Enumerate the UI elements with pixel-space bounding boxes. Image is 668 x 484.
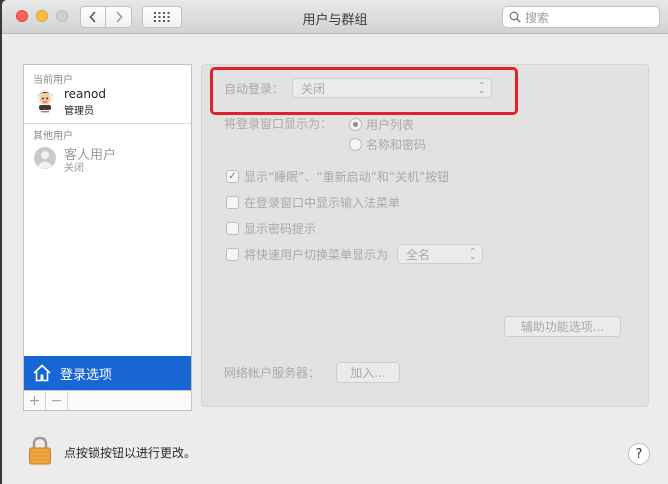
radio-button[interactable] (349, 118, 362, 131)
checkbox-row-password-hints[interactable]: 显示密码提示 (226, 220, 316, 237)
checkbox-label: 在登录窗口中显示输入法菜单 (244, 196, 401, 210)
highlight-box (210, 67, 518, 115)
user-list: 当前用户 ▪▪▪▪ reanod 管理员 其他用户 客人用户 关闭 登录选项 +… (23, 64, 192, 411)
preferences-window: 用户与群组 搜索 当前用户 ▪▪▪▪ reanod 管理员 其他用户 客人用户 … (2, 0, 668, 484)
list-divider (24, 123, 191, 124)
current-users-label: 当前用户 (33, 75, 73, 86)
lock-icon[interactable] (28, 436, 52, 466)
radio-user-list[interactable]: 用户列表 (349, 116, 414, 133)
user-avatar-icon: ▪▪▪▪ (37, 90, 53, 114)
checkbox[interactable] (226, 247, 239, 261)
radio-label: 名称和密码 (366, 138, 427, 152)
display-as-label: 将登录窗口显示为： (224, 117, 333, 131)
help-button[interactable]: ? (628, 443, 650, 465)
add-user-button[interactable]: + (24, 391, 46, 410)
checkbox-row-power-buttons[interactable]: ✓ 显示“睡眠”、“重新启动”和“关机”按钮 (226, 168, 449, 185)
user-role: 关闭 (64, 163, 84, 174)
lock-message: 点按锁按钮以进行更改。 (64, 446, 197, 460)
join-button[interactable]: 加入... (336, 362, 400, 383)
svg-text:▪▪▪▪: ▪▪▪▪ (41, 110, 49, 114)
network-server-label: 网络帐户服务器： (224, 366, 321, 380)
login-options-panel: 自动登录： 关闭 ⌃ ⌄ 将登录窗口显示为： 用户列表 名称和密码 ✓ 显示“睡眠… (201, 64, 649, 407)
radio-button[interactable] (349, 138, 362, 151)
popup-arrows-icon: ⌃ ⌄ (469, 247, 477, 261)
search-icon (509, 11, 521, 23)
home-icon (33, 364, 51, 382)
login-options-item[interactable]: 登录选项 (24, 356, 191, 390)
user-row-guest[interactable]: 客人用户 关闭 (24, 142, 191, 176)
other-users-label: 其他用户 (33, 131, 73, 142)
guest-avatar-icon (34, 147, 56, 169)
radio-name-password[interactable]: 名称和密码 (349, 136, 426, 153)
user-row-reanod[interactable]: ▪▪▪▪ reanod 管理员 (24, 85, 191, 119)
accessibility-options-button[interactable]: 辅助功能选项... (504, 316, 621, 337)
title-bar: 用户与群组 搜索 (2, 0, 668, 34)
checkbox[interactable]: ✓ (226, 170, 239, 183)
display-as-row: 将登录窗口显示为： (224, 115, 332, 132)
search-placeholder: 搜索 (525, 10, 550, 25)
checkbox[interactable] (226, 222, 239, 235)
search-field[interactable]: 搜索 (502, 6, 660, 28)
user-name: reanod (64, 87, 106, 101)
checkbox-label: 显示“睡眠”、“重新启动”和“关机”按钮 (244, 170, 450, 184)
remove-user-button[interactable]: − (46, 391, 68, 410)
fast-switch-popup[interactable]: 全名 ⌃ ⌄ (397, 244, 484, 264)
add-remove-bar: + − (24, 390, 191, 410)
checkbox[interactable] (226, 196, 239, 209)
radio-label: 用户列表 (366, 118, 415, 132)
checkbox-row-input-menu[interactable]: 在登录窗口中显示输入法菜单 (226, 194, 400, 211)
login-options-label: 登录选项 (60, 367, 113, 383)
checkbox-label: 将快速用户切换菜单显示为 (244, 247, 389, 262)
network-server-row: 网络帐户服务器： (224, 364, 320, 381)
fast-switch-value: 全名 (406, 247, 431, 262)
checkbox-row-fast-switch[interactable]: 将快速用户切换菜单显示为 全名 ⌃ ⌄ (226, 244, 484, 264)
checkbox-label: 显示密码提示 (244, 222, 317, 236)
user-role: 管理员 (64, 106, 94, 117)
